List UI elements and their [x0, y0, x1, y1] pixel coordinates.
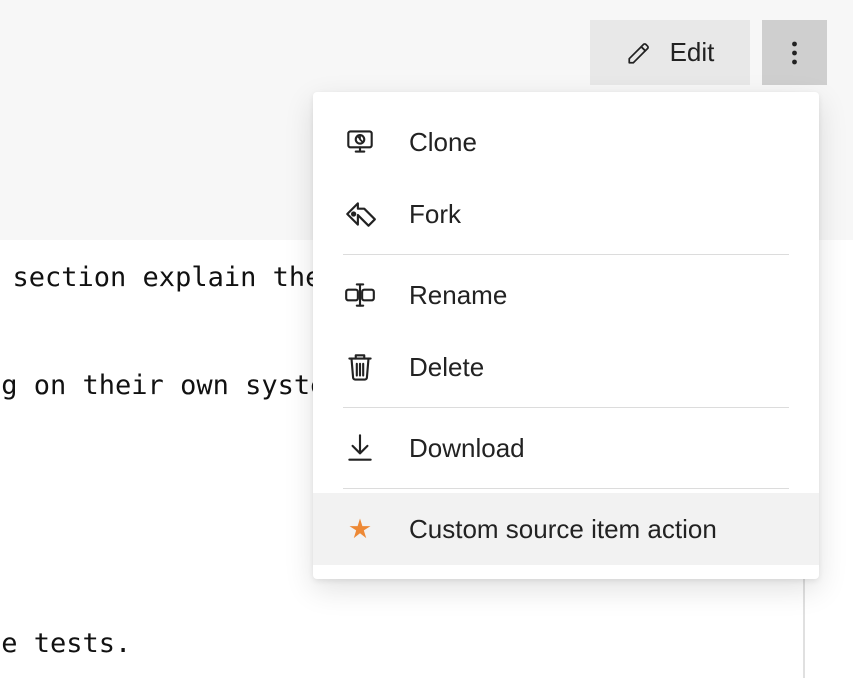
fork-icon	[343, 197, 377, 231]
kebab-icon	[792, 41, 797, 65]
edit-button-label: Edit	[670, 37, 715, 68]
menu-item-label: Clone	[409, 127, 477, 158]
menu-divider	[343, 407, 789, 408]
download-icon	[343, 431, 377, 465]
rename-icon	[343, 278, 377, 312]
menu-item-delete[interactable]: Delete	[313, 331, 819, 403]
content-text-line: ng on their own system	[0, 370, 343, 401]
menu-item-label: Fork	[409, 199, 461, 230]
menu-item-clone[interactable]: Clone	[313, 106, 819, 178]
asterisk-icon	[343, 512, 377, 546]
more-actions-button[interactable]	[762, 20, 827, 85]
clone-icon	[343, 125, 377, 159]
menu-item-rename[interactable]: Rename	[313, 259, 819, 331]
edit-button[interactable]: Edit	[590, 20, 750, 85]
menu-divider	[343, 254, 789, 255]
menu-item-label: Rename	[409, 280, 507, 311]
actions-dropdown: Clone Fork Rename	[313, 92, 819, 579]
menu-item-label: Delete	[409, 352, 484, 383]
content-text-line: s section explain the	[0, 262, 321, 293]
menu-item-label: Download	[409, 433, 525, 464]
menu-item-label: Custom source item action	[409, 514, 717, 545]
toolbar: Edit	[590, 20, 827, 85]
trash-icon	[343, 350, 377, 384]
menu-item-fork[interactable]: Fork	[313, 178, 819, 250]
menu-item-download[interactable]: Download	[313, 412, 819, 484]
content-text-line: ne tests.	[0, 628, 131, 659]
menu-divider	[343, 488, 789, 489]
pencil-icon	[626, 40, 652, 66]
menu-item-custom-action[interactable]: Custom source item action	[313, 493, 819, 565]
